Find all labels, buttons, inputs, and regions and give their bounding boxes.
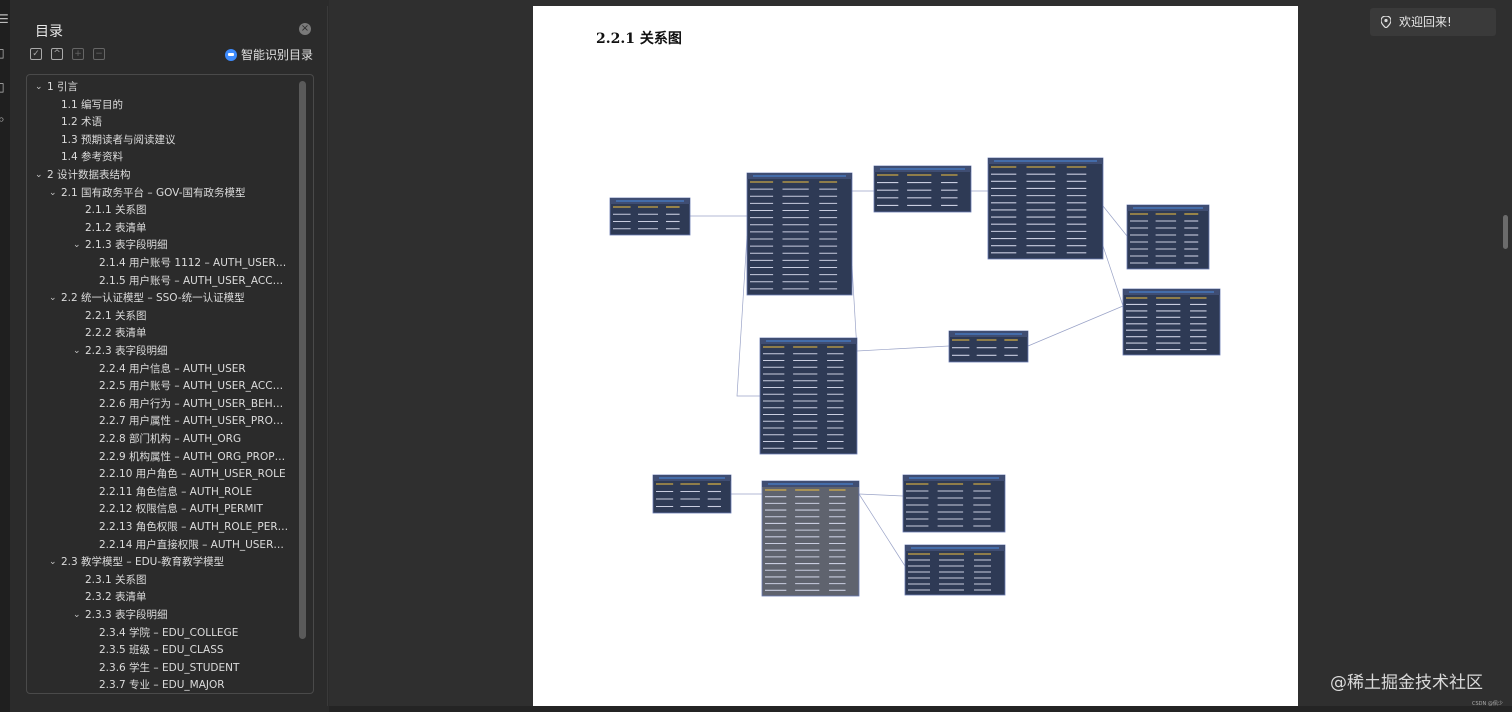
chevron-down-icon[interactable]: ⌄ xyxy=(73,607,83,624)
toc-list: ⌄ 1 引言 1.1 编写目的 1.2 术语 1.3 预期读者与阅读建议 1.4 参考资料… xyxy=(26,74,314,694)
toc-item[interactable]: 1.2 术语 xyxy=(61,114,289,131)
entity-table xyxy=(904,544,1006,596)
toc-item[interactable]: 1.3 预期读者与阅读建议 xyxy=(61,132,289,149)
toc-item[interactable]: 2.3 教学模型 – EDU-教育教学模型 xyxy=(61,554,289,571)
toc-item[interactable]: 2.2.12 权限信息 – AUTH_PERMIT xyxy=(99,501,289,518)
toc-item[interactable]: 2.3.1 关系图 xyxy=(85,572,289,589)
toc-item[interactable]: 1 引言 xyxy=(47,79,289,96)
collapse-all-icon[interactable]: ^ xyxy=(51,48,63,60)
toc-item[interactable]: 2.2.10 用户角色 – AUTH_USER_ROLE xyxy=(99,466,289,483)
chevron-down-icon[interactable]: ⌄ xyxy=(73,237,83,254)
entity-table xyxy=(1122,288,1221,356)
relation-line xyxy=(1027,305,1124,347)
toc-item[interactable]: 2.1.3 表字段明细 xyxy=(85,237,289,254)
toc-item[interactable]: 1.1 编写目的 xyxy=(61,97,289,114)
toc-item[interactable]: 2.2.13 角色权限 – AUTH_ROLE_PERMIT xyxy=(99,519,289,536)
chevron-down-icon[interactable]: ⌄ xyxy=(49,554,59,571)
chevron-down-icon[interactable]: ⌄ xyxy=(35,167,45,184)
toc-item[interactable]: 2.2.1 关系图 xyxy=(85,308,289,325)
viewer-scrollbar[interactable] xyxy=(1503,215,1508,249)
toc-item[interactable]: 2.3.7 专业 – EDU_MAJOR xyxy=(99,677,289,693)
welcome-text: 欢迎回来! xyxy=(1399,15,1452,29)
relation-line xyxy=(1102,205,1128,237)
smart-recognize-icon xyxy=(225,49,237,61)
chevron-down-icon[interactable]: ⌄ xyxy=(49,185,59,202)
close-icon[interactable]: × xyxy=(299,23,311,35)
relation-line xyxy=(858,493,904,497)
toc-item[interactable]: 2.3.3 表字段明细 xyxy=(85,607,289,624)
expand-all-icon[interactable]: ✓ xyxy=(30,48,42,60)
left-icon-rail: ☰ ▯ ▯ ⌕ xyxy=(0,0,10,712)
entity-table xyxy=(987,157,1104,260)
toc-item[interactable]: 2.1 国有政务平台 – GOV-国有政务模型 xyxy=(61,185,289,202)
toc-item[interactable]: 2.3.6 学生 – EDU_STUDENT xyxy=(99,660,289,677)
toc-item[interactable]: 1.4 参考资料 xyxy=(61,149,289,166)
page-icon[interactable]: ▯ xyxy=(0,46,8,60)
toc-title: 目录 xyxy=(35,24,63,40)
toc-item[interactable]: 2.1.2 表清单 xyxy=(85,220,289,237)
toc-item[interactable]: 2 设计数据表结构 xyxy=(47,167,289,184)
search-icon[interactable]: ⌕ xyxy=(0,112,8,126)
entity-table xyxy=(761,480,860,597)
relation-line xyxy=(858,493,906,567)
toc-item[interactable]: 2.2 统一认证模型 – SSO-统一认证模型 xyxy=(61,290,289,307)
smart-toc-button[interactable]: 智能识别目录 xyxy=(225,46,313,63)
toc-item[interactable]: 2.2.3 表字段明细 xyxy=(85,343,289,360)
er-diagram xyxy=(609,157,1221,597)
toc-scrollbar[interactable] xyxy=(299,81,306,639)
document-page: 2.2.1 关系图 xyxy=(533,6,1298,706)
toc-panel: 目录 × ✓ ^ + − 智能识别目录 ⌄ 1 引言 1.1 编写目的 1.2 术语 1… xyxy=(12,6,328,706)
smart-toc-label: 智能识别目录 xyxy=(241,48,314,62)
watermark: @稀土掘金技术社区 xyxy=(1330,673,1483,693)
relation-line xyxy=(1102,245,1124,307)
toc-item[interactable]: 2.1.1 关系图 xyxy=(85,202,289,219)
csdn-credit: CSDN @佩少 xyxy=(1472,701,1503,707)
bottom-bar xyxy=(329,706,1512,712)
entity-table xyxy=(1126,204,1210,270)
chevron-down-icon[interactable]: ⌄ xyxy=(73,343,83,360)
chevron-down-icon[interactable]: ⌄ xyxy=(35,79,45,96)
toc-item[interactable]: 2.2.7 用户属性 – AUTH_USER_PROPERTY... xyxy=(99,413,289,430)
toc-item[interactable]: 2.2.6 用户行为 – AUTH_USER_BEHAVIOR xyxy=(99,396,289,413)
welcome-toast: 欢迎回来! xyxy=(1370,8,1496,36)
toc-item[interactable]: 2.3.2 表清单 xyxy=(85,589,289,606)
toc-item[interactable]: 2.2.14 用户直接权限 – AUTH_USER_PERMI... xyxy=(99,537,289,554)
entity-table xyxy=(746,172,853,296)
toc-item[interactable]: 2.2.4 用户信息 – AUTH_USER xyxy=(99,361,289,378)
chevron-down-icon[interactable]: ⌄ xyxy=(49,290,59,307)
app-window: ☰ ▯ ▯ ⌕ 目录 × ✓ ^ + − 智能识别目录 ⌄ 1 引言 1.1 编写目… xyxy=(0,0,1512,712)
toc-item[interactable]: 2.2.5 用户账号 – AUTH_USER_ACCOUNT xyxy=(99,378,289,395)
toc-toggle-icon[interactable]: ☰ xyxy=(0,12,8,26)
toc-item[interactable]: 2.1.4 用户账号 1112 – AUTH_USER_ACCOUNT... xyxy=(99,255,289,272)
toc-item[interactable]: 2.1.5 用户账号 – AUTH_USER_ACCOUNT2_... xyxy=(99,273,289,290)
toc-item[interactable]: 2.2.2 表清单 xyxy=(85,325,289,342)
location-pin-icon xyxy=(1381,16,1391,28)
toc-item[interactable]: 2.2.8 部门机构 – AUTH_ORG xyxy=(99,431,289,448)
remove-entry-icon[interactable]: − xyxy=(93,48,105,60)
toc-item[interactable]: 2.2.9 机构属性 – AUTH_ORG_PROPERTY xyxy=(99,449,289,466)
toc-item[interactable]: 2.3.4 学院 – EDU_COLLEGE xyxy=(99,625,289,642)
add-entry-icon[interactable]: + xyxy=(72,48,84,60)
toc-item[interactable]: 2.2.11 角色信息 – AUTH_ROLE xyxy=(99,484,289,501)
bookmark-icon[interactable]: ▯ xyxy=(0,80,8,94)
toc-item[interactable]: 2.3.5 班级 – EDU_CLASS xyxy=(99,642,289,659)
entity-table xyxy=(759,337,858,455)
relation-line xyxy=(856,345,950,352)
